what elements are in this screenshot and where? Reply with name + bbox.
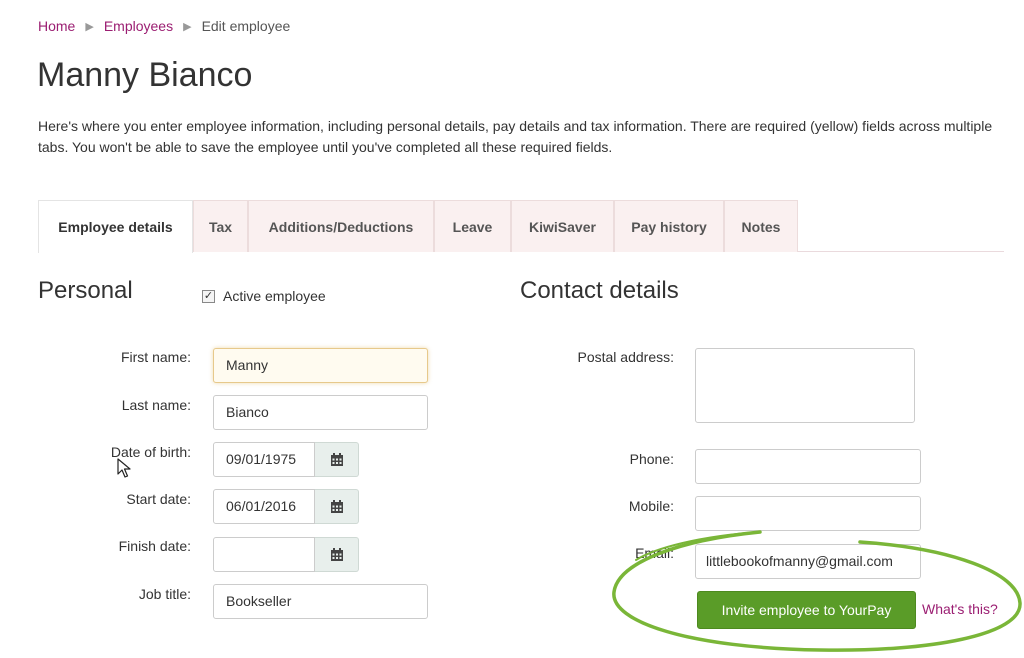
tab-pay-history[interactable]: Pay history bbox=[614, 200, 724, 252]
breadcrumb-separator-icon: ▶ bbox=[85, 21, 94, 33]
calendar-icon bbox=[330, 499, 343, 513]
first-name-field[interactable]: Manny bbox=[213, 348, 428, 383]
personal-section-title: Personal bbox=[38, 277, 133, 304]
phone-field[interactable] bbox=[695, 449, 921, 484]
finish-date-field[interactable] bbox=[213, 537, 315, 572]
page-title: Manny Bianco bbox=[37, 56, 253, 94]
breadcrumb-employees-link[interactable]: Employees bbox=[104, 18, 173, 34]
tab-kiwisaver[interactable]: KiwiSaver bbox=[511, 200, 614, 252]
finish-date-label: Finish date: bbox=[118, 538, 191, 554]
start-date-label: Start date: bbox=[126, 491, 191, 507]
contact-section-title: Contact details bbox=[520, 277, 679, 304]
first-name-label: First name: bbox=[120, 349, 191, 365]
date-of-birth-calendar-button[interactable] bbox=[315, 442, 359, 477]
last-name-label: Last name: bbox=[121, 397, 191, 413]
calendar-icon bbox=[330, 452, 343, 466]
whats-this-link[interactable]: What's this? bbox=[922, 601, 998, 617]
email-field[interactable]: littlebookofmanny@gmail.com bbox=[695, 544, 921, 579]
active-employee-label: Active employee bbox=[223, 288, 326, 304]
tab-additions-deductions[interactable]: Additions/Deductions bbox=[248, 200, 434, 252]
page-intro: Here's where you enter employee informat… bbox=[38, 118, 993, 155]
breadcrumb-current: Edit employee bbox=[201, 18, 291, 34]
tab-tax[interactable]: Tax bbox=[193, 200, 248, 252]
date-of-birth-field[interactable]: 09/01/1975 bbox=[213, 442, 315, 477]
mobile-label: Mobile: bbox=[628, 498, 674, 514]
last-name-field[interactable]: Bianco bbox=[213, 395, 428, 430]
postal-address-label: Postal address: bbox=[577, 349, 675, 365]
tab-bar: Employee details Tax Additions/Deduction… bbox=[38, 200, 1004, 253]
tab-leave[interactable]: Leave bbox=[434, 200, 511, 252]
active-employee-checkbox[interactable]: ✓ Active employee bbox=[202, 288, 326, 304]
finish-date-calendar-button[interactable] bbox=[315, 537, 359, 572]
start-date-calendar-button[interactable] bbox=[315, 489, 359, 524]
job-title-field[interactable]: Bookseller bbox=[213, 584, 428, 619]
tab-employee-details[interactable]: Employee details bbox=[38, 200, 193, 253]
phone-label: Phone: bbox=[629, 451, 674, 467]
tab-notes[interactable]: Notes bbox=[724, 200, 798, 252]
email-label: Email: bbox=[635, 545, 674, 561]
breadcrumb: Home ▶ Employees ▶ Edit employee bbox=[38, 18, 290, 34]
postal-address-field[interactable] bbox=[695, 348, 915, 423]
job-title-label: Job title: bbox=[138, 586, 191, 602]
breadcrumb-separator-icon: ▶ bbox=[183, 21, 192, 33]
mobile-field[interactable] bbox=[695, 496, 921, 531]
mouse-pointer-icon bbox=[117, 458, 131, 478]
invite-employee-button[interactable]: Invite employee to YourPay bbox=[697, 591, 916, 629]
checkbox-checked-icon[interactable]: ✓ bbox=[202, 289, 215, 303]
calendar-icon bbox=[330, 547, 343, 561]
start-date-field[interactable]: 06/01/2016 bbox=[213, 489, 315, 524]
breadcrumb-home-link[interactable]: Home bbox=[38, 18, 75, 34]
